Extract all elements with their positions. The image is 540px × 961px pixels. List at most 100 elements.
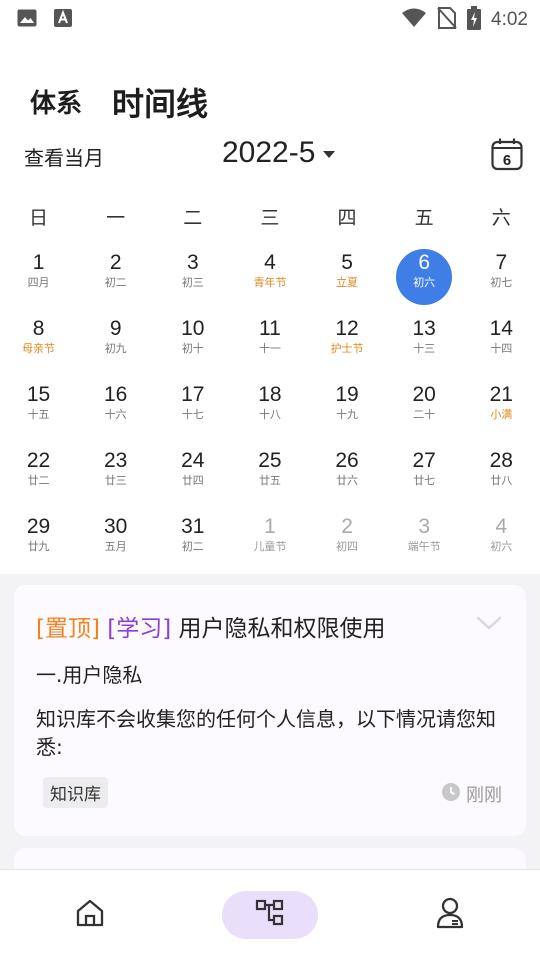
note-title-text: 用户隐私和权限使用 [178,616,386,642]
day-number: 9 [109,317,122,340]
lunar-label: 四月 [27,276,50,289]
calendar-day[interactable]: 12 护士节 [309,301,386,367]
calendar-day[interactable]: 2 初四 [309,499,386,565]
day-number: 15 [26,383,51,406]
day-number: 4 [495,515,508,538]
lunar-label: 廿二 [27,474,50,487]
day-number: 31 [181,515,205,538]
calendar-day[interactable]: 9 初九 [77,301,154,367]
lunar-label: 十六 [104,408,127,421]
note-title: [置顶] [学习] 用户隐私和权限使用 [36,609,386,643]
day-number: 3 [186,251,199,274]
calendar-day[interactable]: 19 十九 [309,367,386,433]
weekday-tue: 二 [183,207,203,229]
calendar-day[interactable]: 11 十一 [231,301,308,367]
day-content: 31 初二 [165,513,221,569]
calendar-day[interactable]: 20 二十 [386,367,463,433]
calendar-day[interactable]: 15 十五 [0,367,77,433]
lunar-label: 立夏 [336,276,359,289]
lunar-label: 廿七 [413,474,436,487]
calendar-day[interactable]: 5 立夏 [309,235,386,301]
note-time-text: 刚刚 [466,785,502,806]
day-content: 7 初七 [473,249,529,305]
day-number: 19 [335,383,359,406]
day-number: 1 [32,251,45,274]
lunar-label: 初二 [104,276,127,289]
category-chip[interactable]: 知识库 [43,777,108,808]
calendar-day[interactable]: 3 端午节 [386,499,463,565]
calendar-day[interactable]: 25 廿五 [231,433,308,499]
calendar-day[interactable]: 30 五月 [77,499,154,565]
day-number: 7 [495,251,508,274]
day-number: 8 [32,317,45,340]
day-content: 3 初三 [165,249,221,305]
calendar-day[interactable]: 21 小满 [463,367,540,433]
day-content: 30 五月 [88,513,144,569]
calendar-day[interactable]: 4 青年节 [231,235,308,301]
day-content: 19 十九 [319,381,375,437]
tab-timeline[interactable]: 时间线 [112,88,208,120]
battery-charging-icon [467,6,482,34]
note-card[interactable]: [置顶] [学习] 用户隐私和权限使用 一.用户隐私 知识库不会收集您的任何个人… [14,585,526,836]
calendar-day[interactable]: 3 初三 [154,235,231,301]
calendar-day[interactable]: 14 十四 [463,301,540,367]
lunar-label: 廿六 [336,474,359,487]
calendar-day[interactable]: 13 十三 [386,301,463,367]
wifi-icon [401,8,427,32]
calendar-week-row: 29 廿九 30 五月 31 初二 1 儿童节 2 初四 3 端午节 4 初六 [0,499,540,565]
calendar-day[interactable]: 16 十六 [77,367,154,433]
note-subtitle: 一.用户隐私 [36,663,143,687]
lunar-label: 十三 [413,342,436,355]
day-content: 11 十一 [242,315,298,371]
day-content: 27 廿七 [396,447,452,503]
month-picker[interactable]: 2022-5 [222,136,336,170]
tab-system[interactable]: 体系 [30,91,82,120]
calendar-day[interactable]: 22 廿二 [0,433,77,499]
calendar-week-row: 15 十五 16 十六 17 十七 18 十八 19 十九 20 二十 21 小满 [0,367,540,433]
calendar-week-row: 22 廿二 23 廿三 24 廿四 25 廿五 26 廿六 27 廿七 28 廿八 [0,433,540,499]
calendar-day[interactable]: 1 儿童节 [231,499,308,565]
calendar-day[interactable]: 4 初六 [463,499,540,565]
day-content: 21 小满 [473,381,529,437]
calendar-day[interactable]: 17 十七 [154,367,231,433]
nav-home[interactable] [42,891,138,939]
weekday-sun: 日 [29,207,49,229]
calendar-day[interactable]: 18 十八 [231,367,308,433]
calendar-day[interactable]: 31 初二 [154,499,231,565]
lunar-label: 初三 [181,276,204,289]
calendar-day[interactable]: 29 廿九 [0,499,77,565]
calendar-day[interactable]: 8 母亲节 [0,301,77,367]
chevron-down-icon[interactable] [476,615,502,631]
calendar-day[interactable]: 2 初二 [77,235,154,301]
calendar-day[interactable]: 24 廿四 [154,433,231,499]
weekday-mon: 一 [106,207,126,229]
calendar-day[interactable]: 26 廿六 [309,433,386,499]
day-number: 16 [104,383,128,406]
lunar-label: 五月 [104,540,127,553]
calendar-day-selected[interactable]: 6 初六 [386,235,463,305]
nav-system[interactable] [222,891,318,939]
calendar-day[interactable]: 1 四月 [0,235,77,301]
nav-profile[interactable] [402,891,498,939]
day-number: 18 [258,383,282,406]
weekday-row: 日 一 二 三 四 五 六 [0,203,540,230]
calendar-today-icon[interactable]: 6 [491,137,523,171]
lunar-label: 青年节 [253,276,287,289]
day-content: 2 初二 [88,249,144,305]
hierarchy-icon [255,899,285,931]
day-content: 15 十五 [11,381,67,437]
calendar-day[interactable]: 10 初十 [154,301,231,367]
lunar-label: 端午节 [407,540,441,553]
day-content: 5 立夏 [319,249,375,305]
view-current-month-button[interactable]: 查看当月 [24,142,104,171]
calendar-day[interactable]: 28 廿八 [463,433,540,499]
lunar-label: 初七 [490,276,513,289]
note-time: 刚刚 [442,781,502,807]
day-content: 1 儿童节 [242,513,298,569]
calendar-day[interactable]: 7 初七 [463,235,540,301]
calendar-day[interactable]: 23 廿三 [77,433,154,499]
calendar-day[interactable]: 27 廿七 [386,433,463,499]
calendar-week-row: 8 母亲节 9 初九 10 初十 11 十一 12 护士节 13 十三 14 十四 [0,301,540,367]
day-number: 17 [181,383,205,406]
day-content: 26 廿六 [319,447,375,503]
